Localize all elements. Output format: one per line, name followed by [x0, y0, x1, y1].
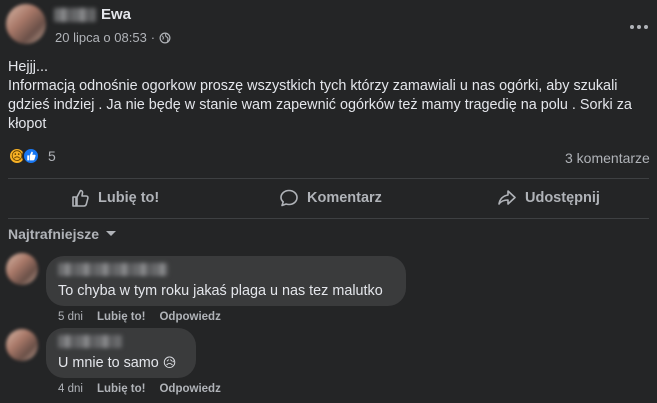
divider-top [8, 178, 649, 179]
comment-reply-button[interactable]: Odpowiedz [159, 311, 220, 323]
comment-reply-button[interactable]: Odpowiedz [159, 383, 220, 395]
divider-bottom [8, 218, 649, 219]
reaction-count: 5 [48, 148, 56, 164]
reactions-summary[interactable]: ☹ 5 [8, 147, 56, 165]
comment-text-row: U mnie to samo 😥 [58, 355, 176, 371]
comment-button-label: Komentarz [307, 190, 382, 206]
comment-like-button[interactable]: Lubię to! [97, 311, 146, 323]
post-body: Hejjj... Informacją odnośnie ogorkow pro… [8, 58, 653, 134]
comment-age[interactable]: 4 dni [58, 383, 83, 395]
share-button-label: Udostępnij [525, 190, 600, 206]
share-arrow-icon [498, 190, 516, 205]
comment-bubble: To chyba w tym roku jakaś plaga u nas te… [46, 256, 406, 306]
speech-bubble-icon [280, 189, 298, 207]
comment-bubble: U mnie to samo 😥 [46, 328, 196, 378]
comments-count[interactable]: 3 komentarze [565, 150, 650, 166]
comment-sort-label: Najtrafniejsze [8, 226, 100, 242]
commenter-name-redacted[interactable] [58, 263, 168, 276]
post-author-name-redacted [54, 8, 96, 22]
comment-actions: 5 dni Lubię to! Odpowiedz [58, 311, 221, 323]
comment-like-button[interactable]: Lubię to! [97, 383, 146, 395]
meta-separator: · [150, 30, 156, 45]
thumb-up-icon [72, 189, 89, 207]
sad-tear-emoji-icon: 😥 [162, 355, 177, 370]
comment-avatar[interactable] [6, 253, 38, 285]
comment-age[interactable]: 5 dni [58, 311, 83, 323]
comment-text: U mnie to samo [58, 355, 159, 371]
post-text-line: Informacją odnośnie ogorkow proszę wszys… [8, 78, 632, 132]
more-options-icon[interactable] [630, 25, 648, 29]
comment-sort-dropdown[interactable]: Najtrafniejsze [8, 226, 117, 242]
caret-down-icon [106, 231, 117, 236]
comment-button[interactable]: Komentarz [279, 188, 382, 208]
post-author-avatar[interactable] [6, 4, 46, 44]
post-text-line: Hejjj... [8, 59, 48, 75]
like-button-label: Lubię to! [98, 190, 160, 206]
comment-text: To chyba w tym roku jakaś plaga u nas te… [58, 283, 383, 299]
post-meta: 20 lipca o 08:53 · [55, 30, 171, 45]
post-author-name[interactable]: Ewa [101, 6, 131, 23]
like-button[interactable]: Lubię to! [70, 188, 159, 208]
globe-icon [159, 32, 171, 43]
post-date[interactable]: 20 lipca o 08:53 [55, 30, 147, 45]
share-button[interactable]: Udostępnij [497, 188, 600, 208]
comment-avatar[interactable] [6, 329, 38, 361]
commenter-name-redacted[interactable] [58, 335, 122, 348]
like-thumb-icon [22, 147, 40, 165]
comment-actions: 4 dni Lubię to! Odpowiedz [58, 383, 221, 395]
